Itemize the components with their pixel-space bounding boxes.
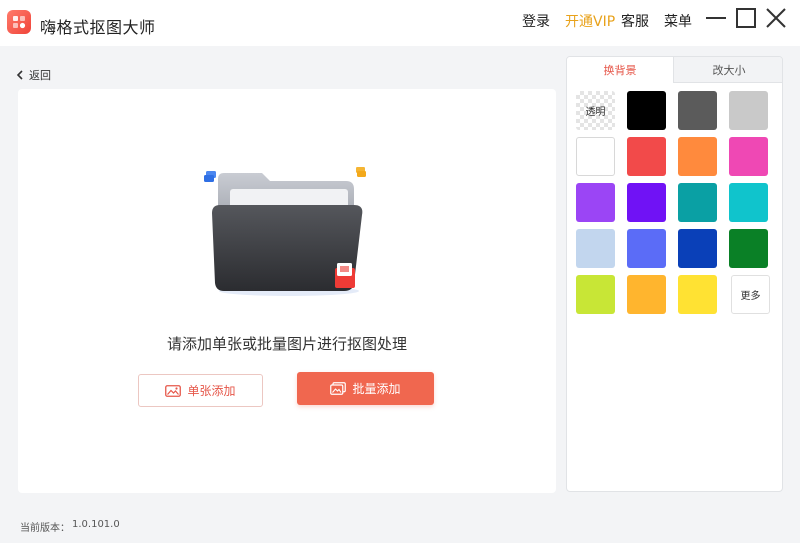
image-icon — [165, 384, 182, 397]
transparent-label: 透明 — [585, 107, 606, 118]
upload-prompt: 请添加单张或批量图片进行抠图处理 — [166, 335, 407, 353]
color-swatch[interactable] — [678, 137, 717, 176]
color-swatch[interactable] — [729, 137, 768, 176]
close-icon — [766, 8, 786, 28]
single-add-label: 单张添加 — [187, 384, 236, 398]
folder-icon — [204, 167, 374, 297]
color-swatch[interactable] — [729, 229, 768, 268]
app-logo-icon — [7, 10, 31, 34]
more-colors-button[interactable]: 更多 — [731, 275, 770, 314]
background-panel: 换背景 改大小 透明 更多 — [566, 56, 783, 492]
app-title: 嗨格式抠图大师 — [40, 18, 156, 37]
minimize-icon — [706, 17, 726, 19]
color-swatch[interactable] — [627, 275, 666, 314]
color-swatch[interactable] — [627, 137, 666, 176]
menu-link[interactable]: 菜单 — [664, 11, 692, 31]
single-add-button[interactable]: 单张添加 — [138, 374, 263, 407]
color-swatch[interactable] — [678, 275, 717, 314]
back-label: 返回 — [29, 69, 51, 82]
maximize-icon — [736, 8, 756, 28]
minimize-button[interactable] — [704, 6, 728, 30]
title-bar: 嗨格式抠图大师 登录 开通VIP 客服 菜单 — [0, 0, 800, 46]
color-swatch[interactable] — [627, 229, 666, 268]
color-swatch[interactable] — [627, 183, 666, 222]
color-swatch[interactable] — [576, 183, 615, 222]
close-button[interactable] — [764, 6, 788, 30]
login-link[interactable]: 登录 — [522, 11, 550, 31]
chevron-left-icon — [16, 70, 23, 80]
more-colors-label: 更多 — [740, 291, 761, 302]
tab-change-background[interactable]: 换背景 — [567, 57, 673, 83]
color-swatch[interactable] — [678, 91, 717, 130]
main-upload-panel: 请添加单张或批量图片进行抠图处理 单张添加 批量添加 — [18, 89, 556, 493]
service-link[interactable]: 客服 — [621, 11, 649, 31]
color-swatch[interactable] — [729, 183, 768, 222]
tab-resize[interactable]: 改大小 — [673, 57, 782, 83]
color-swatch[interactable] — [678, 183, 717, 222]
color-swatch[interactable] — [576, 137, 615, 176]
color-swatch[interactable] — [576, 275, 615, 314]
color-swatch[interactable] — [576, 229, 615, 268]
batch-add-button[interactable]: 批量添加 — [297, 372, 434, 405]
maximize-button[interactable] — [734, 6, 758, 30]
color-swatch[interactable] — [627, 91, 666, 130]
color-swatch[interactable] — [678, 229, 717, 268]
color-swatch[interactable] — [729, 91, 768, 130]
images-icon — [330, 382, 347, 395]
vip-link[interactable]: 开通VIP — [565, 11, 615, 31]
version-info: 当前版本： 1.0.101.0 — [20, 519, 120, 534]
batch-add-label: 批量添加 — [352, 382, 401, 396]
version-label: 当前版本： — [20, 523, 70, 534]
swatch-transparent[interactable]: 透明 — [576, 91, 615, 130]
version-value: 1.0.101.0 — [72, 519, 120, 530]
back-button[interactable]: 返回 — [16, 67, 51, 83]
